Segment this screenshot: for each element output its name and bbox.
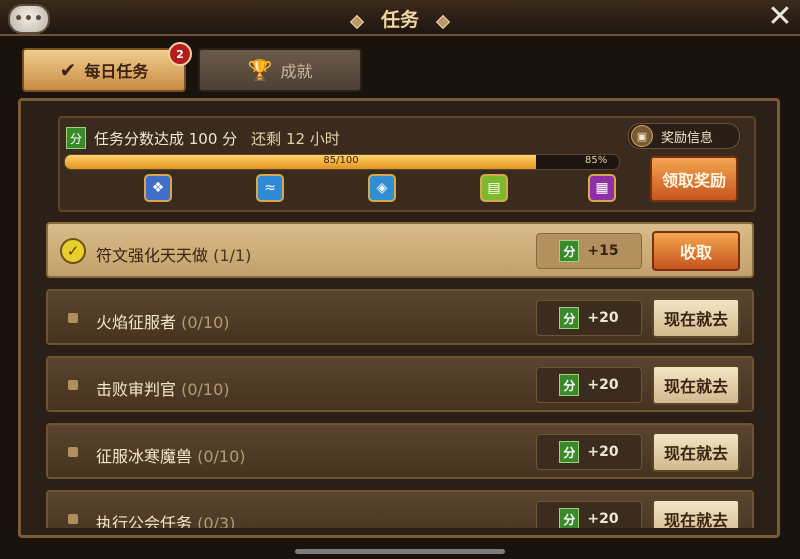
bullet-icon bbox=[68, 313, 78, 323]
go-now-button[interactable]: 现在就去 bbox=[652, 432, 740, 472]
tab-daily-quests[interactable]: ✔ 每日任务 bbox=[22, 48, 186, 92]
score-icon: 分 bbox=[559, 307, 580, 329]
score-goal: 分 任务分数达成 100 分 还剩 12 小时 bbox=[66, 127, 340, 149]
tab-label: 每日任务 bbox=[84, 62, 149, 81]
completed-check-icon: ✓ bbox=[60, 238, 86, 264]
quest-row: 击败审判官 (0/10) 分 +20 现在就去 bbox=[46, 356, 754, 412]
quest-name: 执行公会任务 (0/3) bbox=[96, 510, 235, 528]
score-icon: 分 bbox=[559, 508, 580, 528]
summon-scroll-icon[interactable]: ▤ bbox=[480, 174, 508, 202]
points-value: +20 bbox=[587, 310, 619, 326]
quest-title: 火焰征服者 bbox=[96, 313, 177, 332]
quest-points: 分 +20 bbox=[536, 434, 642, 470]
reward-info-label: 奖励信息 bbox=[661, 130, 714, 146]
quest-title: 击败审判官 bbox=[96, 380, 177, 399]
quest-progress: (0/10) bbox=[181, 313, 230, 332]
time-remaining: 还剩 12 小时 bbox=[251, 129, 340, 148]
quest-title: 征服冰寒魔兽 bbox=[96, 447, 193, 466]
quest-progress: (0/10) bbox=[197, 447, 246, 466]
close-icon[interactable]: ✕ bbox=[764, 2, 796, 32]
chest-icon: ▣ bbox=[631, 125, 653, 147]
points-value: +20 bbox=[587, 377, 619, 393]
quest-row: 执行公会任务 (0/3) 分 +20 现在就去 bbox=[46, 490, 754, 528]
diamond-ornament-icon bbox=[436, 14, 451, 29]
water-scroll-icon[interactable]: ≈ bbox=[256, 174, 284, 202]
score-icon: 分 bbox=[66, 127, 86, 149]
bullet-icon bbox=[68, 447, 78, 457]
home-indicator bbox=[295, 549, 505, 554]
quest-points: 分 +20 bbox=[536, 367, 642, 403]
points-value: +20 bbox=[587, 444, 619, 460]
progress-count: 85/100 bbox=[323, 155, 359, 166]
quest-name: 符文强化天天做 (1/1) bbox=[96, 242, 251, 266]
score-icon: 分 bbox=[559, 441, 580, 463]
quest-progress: (0/10) bbox=[181, 380, 230, 399]
points-value: +15 bbox=[587, 243, 619, 259]
mystic-pouch-icon[interactable]: ◈ bbox=[368, 174, 396, 202]
bullet-icon bbox=[68, 514, 78, 524]
treasure-chest-icon[interactable]: ▦ bbox=[588, 174, 616, 202]
quest-name: 火焰征服者 (0/10) bbox=[96, 309, 230, 333]
go-now-button[interactable]: 现在就去 bbox=[652, 499, 740, 528]
collect-button[interactable]: 收取 bbox=[652, 231, 740, 271]
title-bar: 任务 bbox=[0, 5, 800, 32]
check-icon: ✔ bbox=[59, 58, 77, 82]
quest-points: 分 +20 bbox=[536, 501, 642, 528]
notification-badge: 2 bbox=[168, 42, 192, 66]
quest-title: 执行公会任务 bbox=[96, 514, 193, 528]
score-goal-text: 任务分数达成 100 分 bbox=[94, 129, 238, 148]
score-icon: 分 bbox=[559, 240, 580, 262]
bullet-icon bbox=[68, 380, 78, 390]
diamond-ornament-icon bbox=[349, 14, 364, 29]
progress-percent: 85% bbox=[585, 155, 608, 166]
quest-progress: (1/1) bbox=[213, 246, 252, 265]
quest-row: 征服冰寒魔兽 (0/10) 分 +20 现在就去 bbox=[46, 423, 754, 479]
rune-scroll-icon[interactable]: ❖ bbox=[144, 174, 172, 202]
quest-title: 符文强化天天做 bbox=[96, 246, 209, 265]
points-value: +20 bbox=[587, 511, 619, 527]
quest-list[interactable]: ✓ 符文强化天天做 (1/1) 分 +15 收取火焰征服者 (0/10) 分 +20 现在就去… bbox=[46, 220, 754, 528]
quest-points: 分 +15 bbox=[536, 233, 642, 269]
reward-info-button[interactable]: ▣ 奖励信息 bbox=[628, 123, 740, 149]
page-title: 任务 bbox=[380, 9, 419, 31]
claim-reward-button[interactable]: 领取奖励 bbox=[650, 156, 738, 202]
quest-points: 分 +20 bbox=[536, 300, 642, 336]
quest-progress: (0/3) bbox=[197, 514, 236, 528]
quest-row: 火焰征服者 (0/10) 分 +20 现在就去 bbox=[46, 289, 754, 345]
quest-name: 征服冰寒魔兽 (0/10) bbox=[96, 443, 246, 467]
tab-label: 成就 bbox=[280, 62, 313, 81]
tab-achievements[interactable]: 🏆 成就 bbox=[198, 48, 362, 92]
score-icon: 分 bbox=[559, 374, 580, 396]
trophy-icon: 🏆 bbox=[247, 58, 273, 82]
go-now-button[interactable]: 现在就去 bbox=[652, 298, 740, 338]
quest-name: 击败审判官 (0/10) bbox=[96, 376, 230, 400]
go-now-button[interactable]: 现在就去 bbox=[652, 365, 740, 405]
quest-row: ✓ 符文强化天天做 (1/1) 分 +15 收取 bbox=[46, 222, 754, 278]
